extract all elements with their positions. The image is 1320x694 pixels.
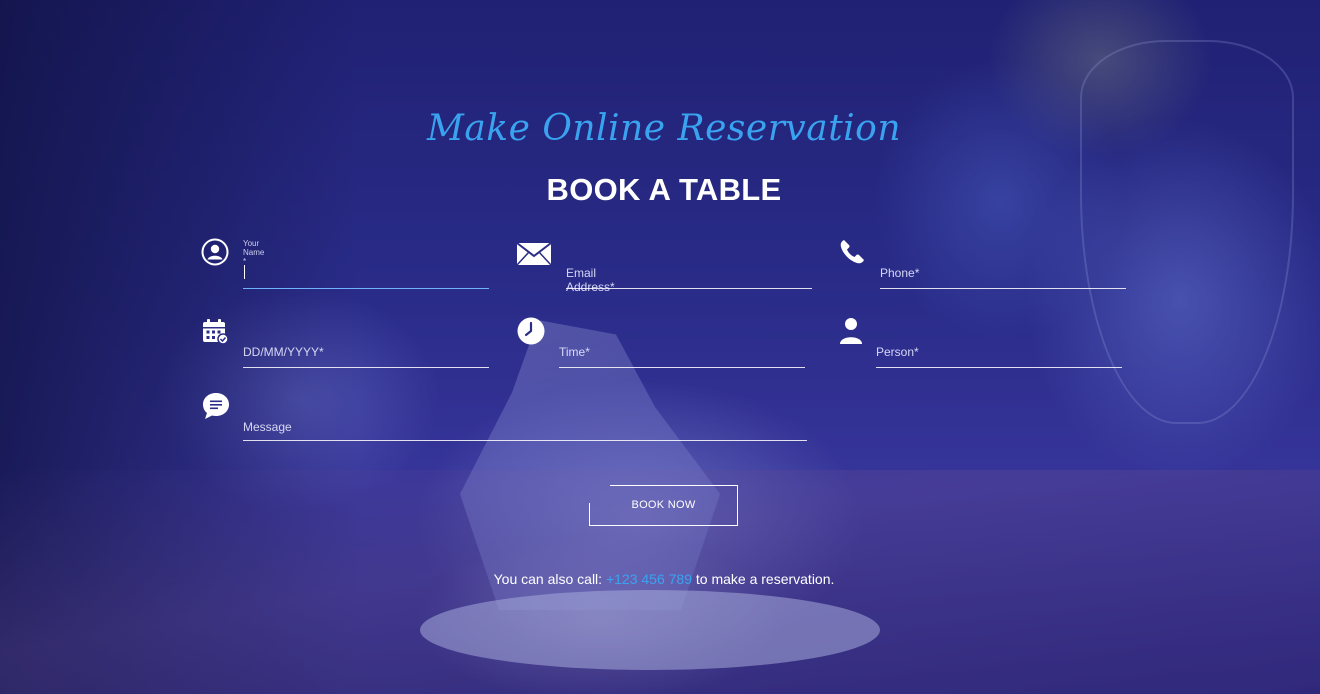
message-underline: [243, 440, 807, 441]
date-placeholder: DD/MM/YYYY*: [243, 345, 324, 359]
clock-icon: [516, 316, 546, 346]
book-now-label: BOOK NOW: [631, 499, 696, 511]
reservation-section: Make Online Reservation BOOK A TABLE You…: [0, 0, 1320, 694]
chat-bubble-icon: [201, 391, 231, 421]
phone-icon: [838, 238, 868, 268]
book-now-button[interactable]: BOOK NOW: [589, 485, 738, 526]
time-placeholder: Time*: [559, 345, 590, 359]
name-label: Your Name *: [243, 239, 265, 266]
call-prefix: You can also call:: [493, 571, 603, 587]
person-icon: [838, 316, 868, 346]
page-title: BOOK A TABLE: [546, 172, 782, 207]
person-underline: [876, 367, 1122, 368]
user-circle-icon: [201, 238, 231, 268]
name-underline: [243, 288, 489, 289]
envelope-icon: [516, 242, 552, 272]
text-cursor: [244, 265, 245, 279]
email-underline: [566, 288, 812, 289]
time-underline: [559, 367, 805, 368]
person-placeholder: Person*: [876, 345, 919, 359]
call-info: You can also call: +123 456 789 to make …: [0, 571, 1320, 587]
date-underline: [243, 367, 489, 368]
phone-placeholder: Phone*: [880, 266, 920, 280]
phone-underline: [880, 288, 1126, 289]
message-placeholder: Message: [243, 420, 292, 434]
call-suffix: to make a reservation.: [695, 571, 835, 587]
section-subtitle: Make Online Reservation: [426, 108, 902, 149]
phone-number-link[interactable]: +123 456 789: [606, 571, 692, 587]
calendar-icon: [201, 317, 231, 347]
email-placeholder: Email Address*: [566, 266, 615, 294]
